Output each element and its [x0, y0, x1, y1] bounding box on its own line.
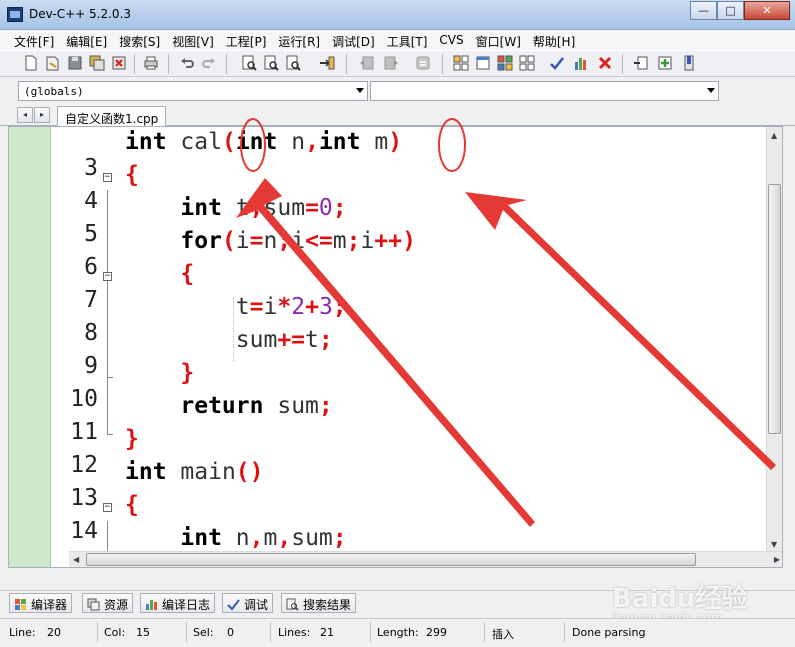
status-col-value: 15	[136, 626, 150, 639]
tab-label: 搜索结果	[303, 597, 352, 612]
tab-label: 编译器	[31, 597, 68, 612]
annotation-circle-open-paren	[240, 118, 266, 172]
chart-icon	[146, 599, 157, 610]
annotation-circle-close-paren	[438, 118, 466, 172]
status-parse: Done parsing	[572, 626, 646, 639]
status-length-value: 299	[426, 626, 447, 639]
tab-resources[interactable]: 资源	[82, 593, 134, 613]
tab-compile-log[interactable]: 编译日志	[140, 593, 216, 613]
status-insert-mode: 插入	[492, 628, 514, 641]
annotation-arrow-left	[236, 178, 535, 527]
status-lines-label: Lines:	[278, 626, 311, 639]
status-lines-value: 21	[320, 626, 334, 639]
compiler-icon	[15, 598, 26, 610]
annotation-overlay	[236, 118, 776, 527]
status-divider	[270, 622, 271, 642]
tab-label: 编译日志	[162, 597, 211, 612]
status-sel-value: 0	[227, 626, 234, 639]
search-icon	[286, 598, 299, 611]
status-length-label: Length:	[377, 626, 419, 639]
resources-icon	[87, 598, 100, 610]
tab-label: 资源	[104, 597, 129, 612]
status-divider	[97, 622, 98, 642]
status-sel-label: Sel:	[193, 626, 214, 639]
annotation-arrow-right	[465, 192, 776, 470]
status-col-label: Col:	[104, 626, 126, 639]
check-icon	[227, 598, 240, 611]
tab-compiler[interactable]: 编译器	[9, 593, 73, 613]
status-divider	[564, 622, 565, 642]
tab-label: 调试	[244, 597, 269, 612]
status-divider	[186, 622, 187, 642]
status-line-value: 20	[47, 626, 61, 639]
status-bar: Line: 20 Col: 15 Sel: 0 Lines: 21 Length…	[0, 618, 795, 647]
status-line-label: Line:	[9, 626, 36, 639]
status-divider	[370, 622, 371, 642]
status-divider	[484, 622, 485, 642]
tab-debug[interactable]: 调试	[222, 593, 274, 613]
tab-search-results[interactable]: 搜索结果	[281, 593, 357, 613]
watermark-text: Baidu经验	[612, 584, 748, 614]
